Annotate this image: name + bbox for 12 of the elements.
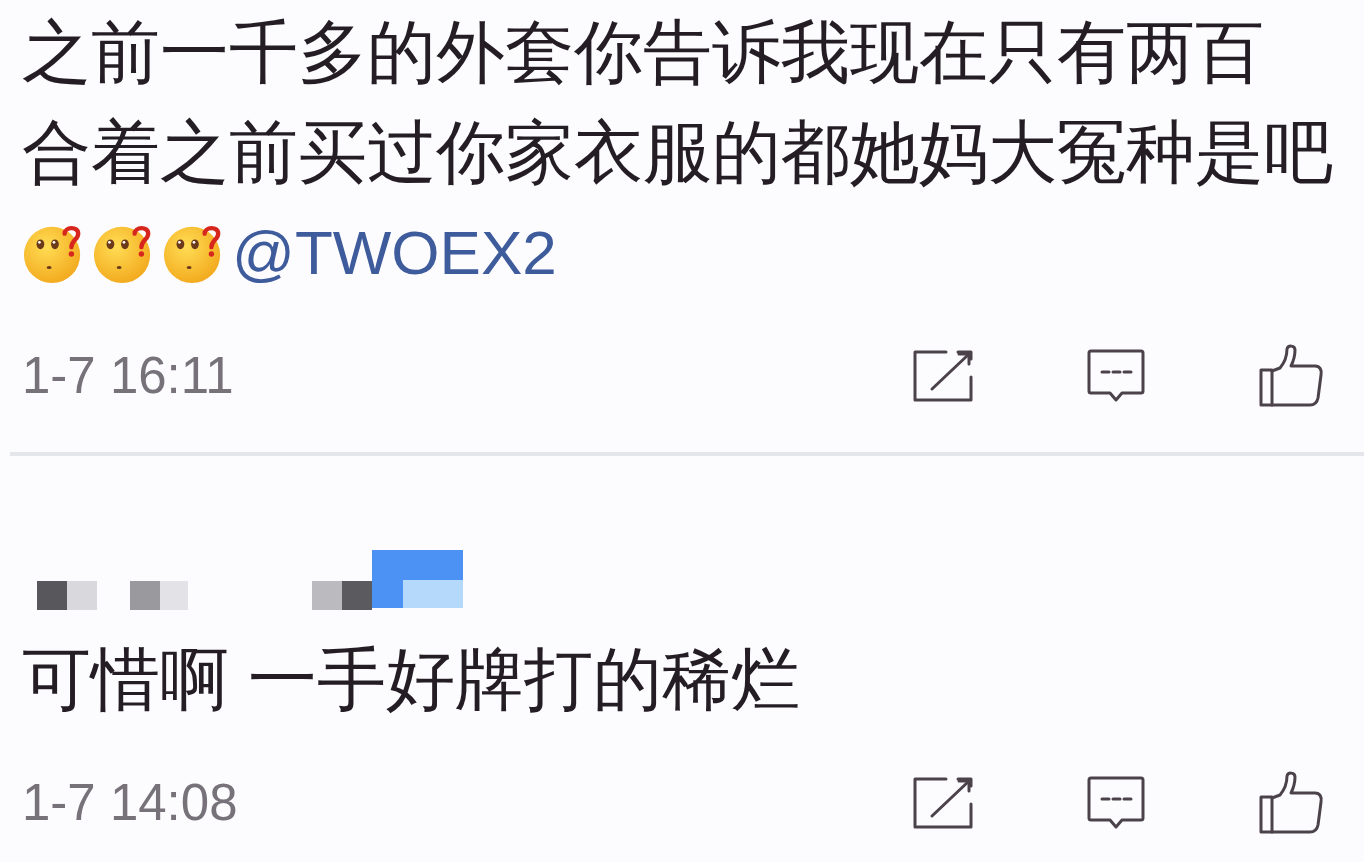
share-icon[interactable] [912,349,974,403]
comment-icon[interactable] [1086,348,1146,404]
timestamp: 1-7 14:08 [22,772,238,833]
comment-text: 之前一千多的外套你告诉我现在只有两百 [22,13,1264,93]
comment-text: 可惜啊 一手好牌打的稀烂 [22,640,801,720]
comment-text: 合着之前买过你家衣服的都她妈大冤种是吧 [22,113,1333,193]
timestamp: 1-7 16:11 [22,345,234,406]
share-icon[interactable] [912,776,974,830]
thumbs-up-icon[interactable] [1258,344,1324,408]
comment-icon[interactable] [1086,775,1146,831]
thumbs-up-icon[interactable] [1258,771,1324,835]
mention-link[interactable]: @TWOEX2 [232,203,557,303]
